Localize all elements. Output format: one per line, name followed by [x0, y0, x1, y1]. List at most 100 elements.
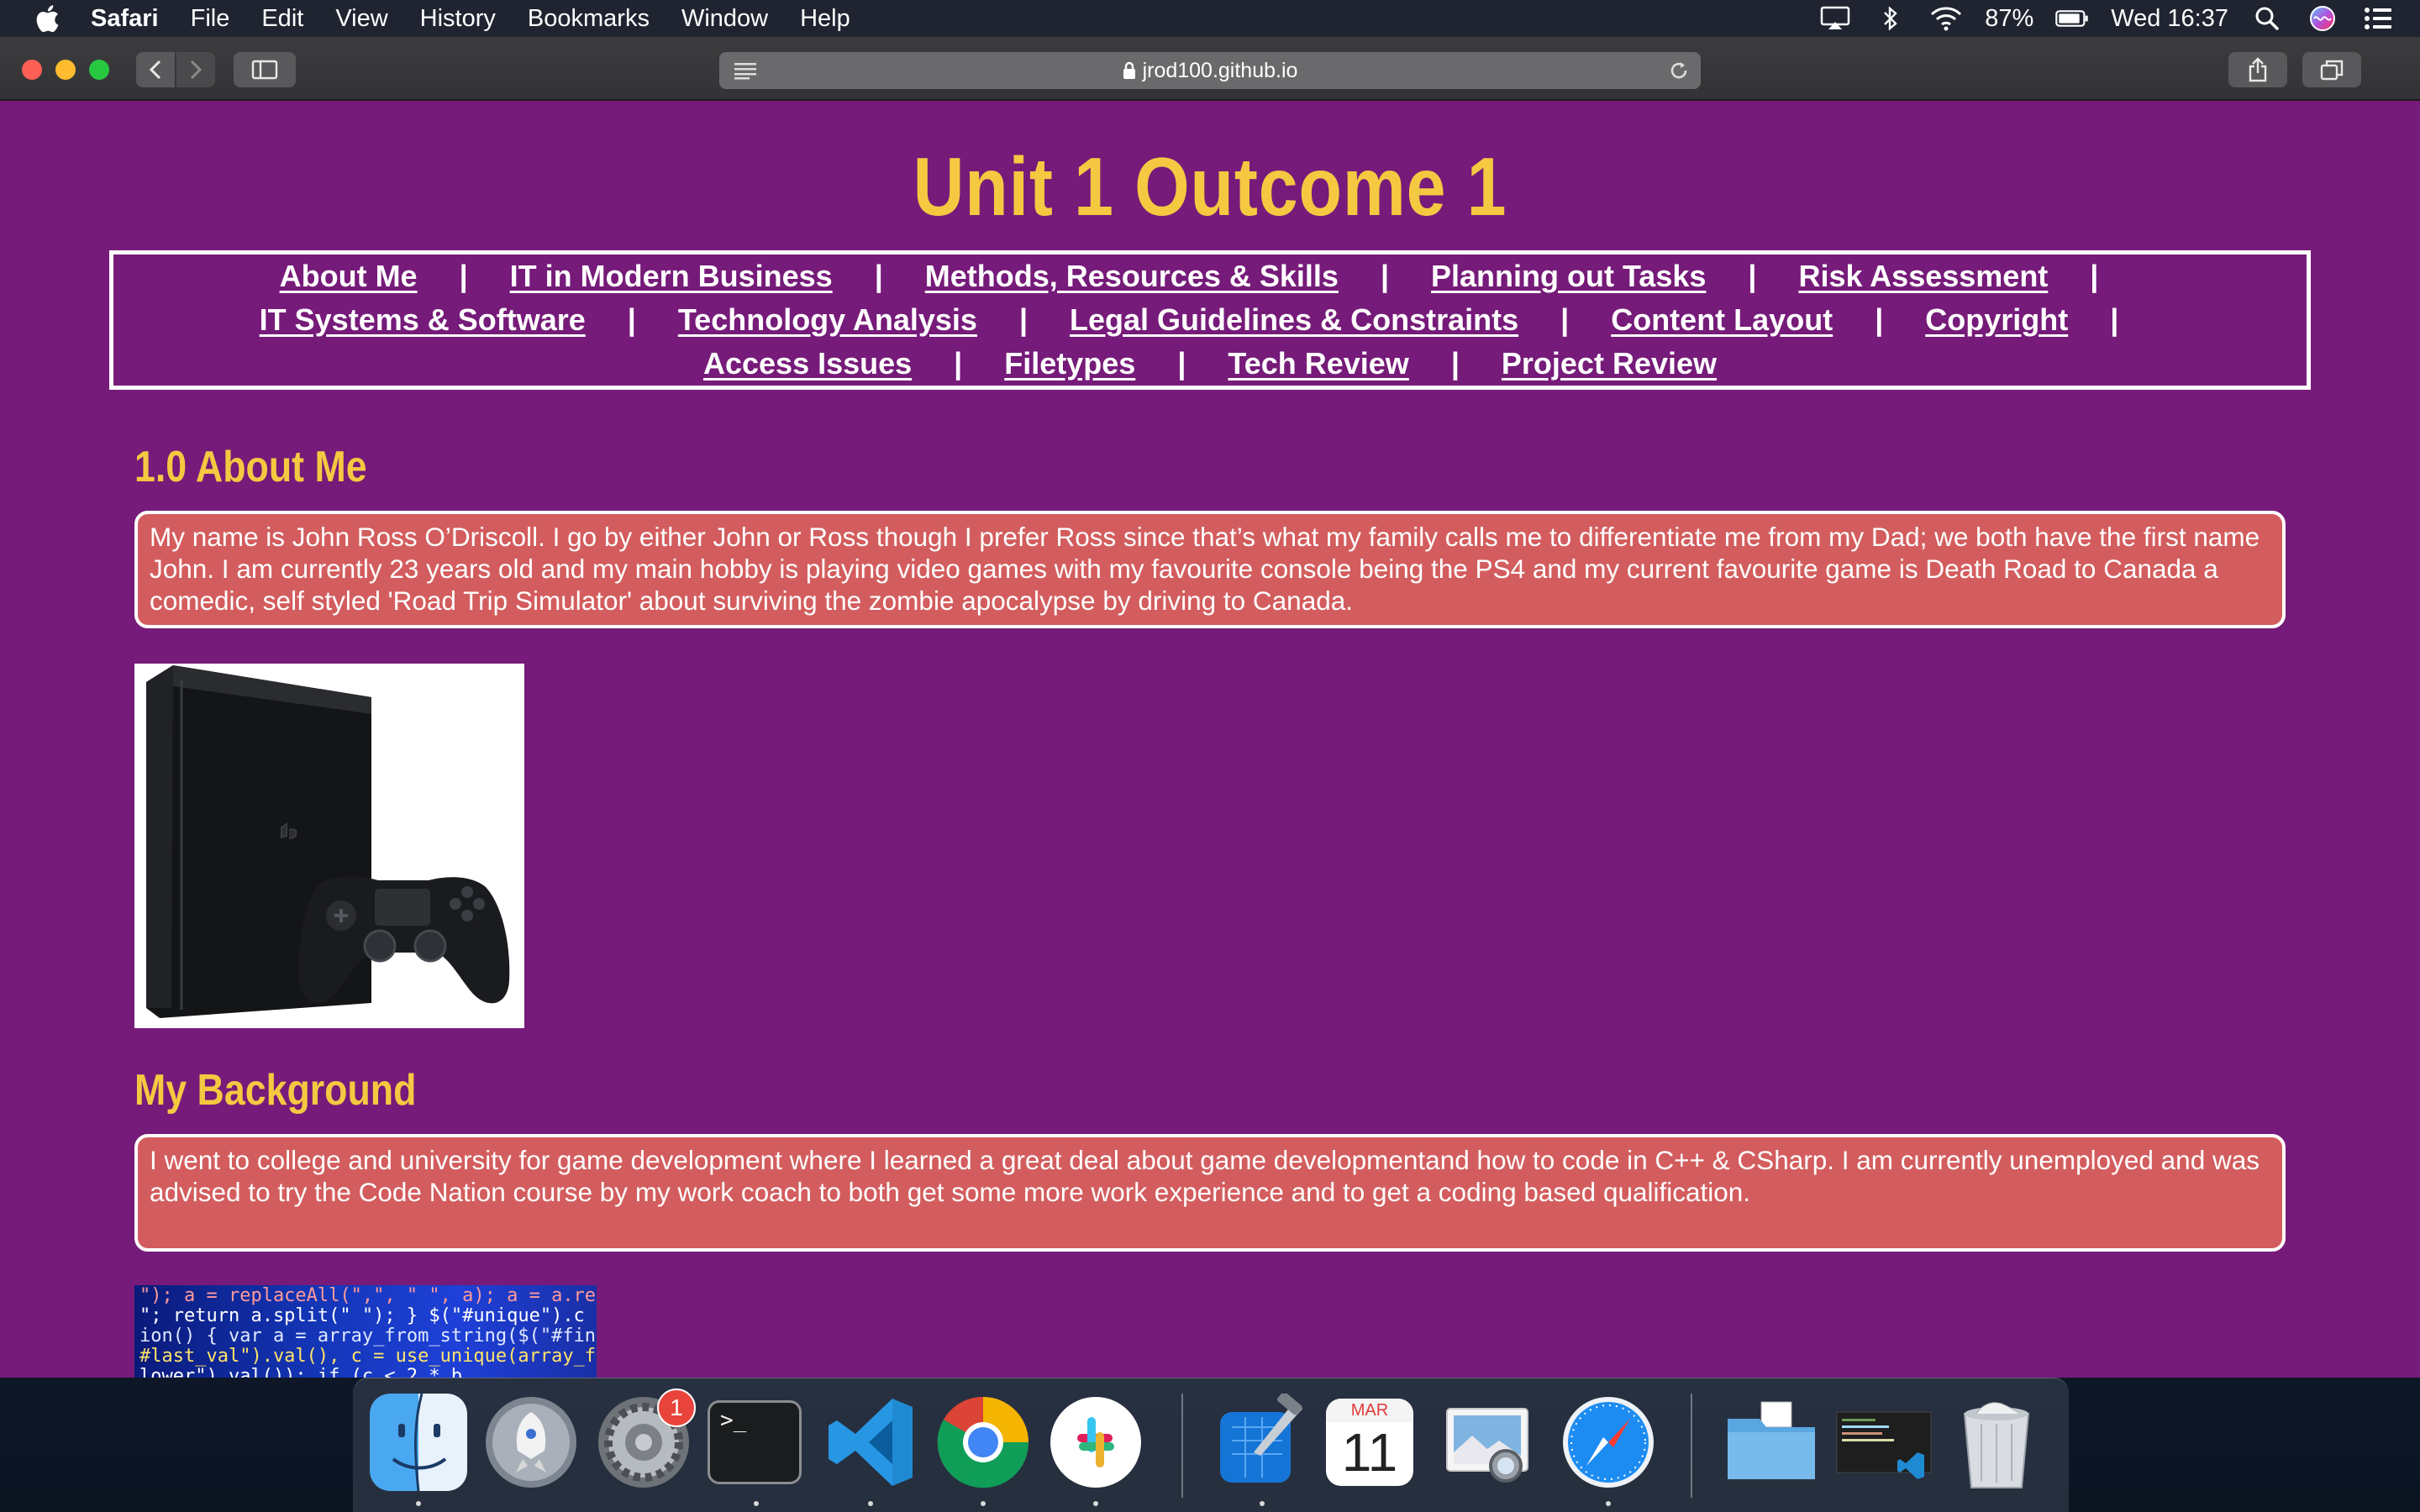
nav-separator: |	[954, 346, 963, 381]
terminal-prompt: >_	[720, 1408, 747, 1433]
notification-badge: 1	[657, 1389, 696, 1427]
close-window-button[interactable]	[22, 60, 42, 80]
apple-menu-icon[interactable]	[32, 3, 62, 34]
menu-window[interactable]: Window	[681, 5, 768, 33]
nav-item: IT in Modern Business |	[510, 257, 925, 296]
code-image-line: lower").val()); if (c < 2 * b	[139, 1366, 463, 1378]
url-display[interactable]: jrod100.github.io	[719, 52, 1701, 89]
nav-item: Filetypes |	[1004, 344, 1228, 383]
calendar-month: MAR	[1326, 1399, 1413, 1422]
battery-percent: 87%	[1985, 4, 2034, 32]
nav-link[interactable]: Copyright	[1925, 302, 2068, 338]
menu-app-safari[interactable]: Safari	[91, 5, 159, 33]
slack-icon[interactable]	[1047, 1394, 1144, 1491]
nav-link[interactable]: Risk Assessment	[1798, 259, 2048, 294]
running-indicator	[1260, 1501, 1265, 1506]
nav-item: Copyright |	[1925, 301, 2160, 339]
calendar-icon[interactable]: MAR 11	[1326, 1399, 1413, 1486]
my-background-text: I went to college and university for gam…	[134, 1134, 2286, 1252]
share-icon	[2249, 57, 2267, 82]
nav-link[interactable]: Content Layout	[1611, 302, 1833, 338]
airplay-icon[interactable]	[1818, 4, 1852, 33]
menu-bookmarks[interactable]: Bookmarks	[528, 5, 650, 33]
menu-view[interactable]: View	[335, 5, 387, 33]
nav-link[interactable]: Technology Analysis	[678, 302, 977, 338]
fullscreen-window-button[interactable]	[89, 60, 109, 80]
nav-link[interactable]: Project Review	[1502, 346, 1717, 381]
menu-history[interactable]: History	[420, 5, 496, 33]
notification-center-icon[interactable]	[2361, 4, 2395, 33]
nav-item: Technology Analysis |	[678, 301, 1070, 339]
trash-icon[interactable]	[1948, 1394, 2045, 1491]
menu-edit[interactable]: Edit	[261, 5, 303, 33]
forward-button[interactable]	[176, 52, 215, 87]
nav-separator: |	[1177, 346, 1186, 381]
siri-icon[interactable]	[2306, 4, 2339, 33]
nav-link[interactable]: Planning out Tasks	[1431, 259, 1706, 294]
terminal-icon[interactable]: >_	[708, 1400, 802, 1484]
dock-separator	[1181, 1394, 1183, 1498]
downloads-folder-icon[interactable]	[1723, 1394, 1820, 1491]
preview-icon[interactable]	[1439, 1394, 1536, 1491]
tabs-icon	[2320, 60, 2344, 81]
battery-icon[interactable]	[2055, 4, 2089, 33]
site-navigation: About Me | IT in Modern Business | Methods, …	[109, 250, 2311, 390]
nav-item: Legal Guidelines & Constraints |	[1070, 301, 1611, 339]
nav-separator: |	[1560, 302, 1570, 337]
tab-overview-button[interactable]	[2302, 52, 2361, 87]
menu-bar: Safari File Edit View History Bookmarks …	[0, 0, 2420, 37]
nav-link[interactable]: Tech Review	[1228, 346, 1408, 381]
web-page: Unit 1 Outcome 1 About Me | IT in Modern B…	[0, 102, 2420, 1378]
address-bar[interactable]: jrod100.github.io	[719, 52, 1701, 89]
nav-link[interactable]: Access Issues	[703, 346, 912, 381]
code-image-line: #last_val").val(), c = use_unique(array_…	[139, 1346, 597, 1367]
minimize-window-button[interactable]	[55, 60, 76, 80]
chrome-icon[interactable]	[934, 1394, 1032, 1491]
nav-link[interactable]: IT Systems & Software	[260, 302, 586, 338]
nav-separator: |	[1875, 302, 1884, 337]
bluetooth-icon[interactable]	[1874, 4, 1907, 33]
nav-link[interactable]: Methods, Resources & Skills	[925, 259, 1339, 294]
nav-item: Project Review|	[1502, 344, 1717, 383]
calendar-day: 11	[1341, 1422, 1398, 1483]
nav-item: Planning out Tasks |	[1431, 257, 1798, 296]
menu-file[interactable]: File	[191, 5, 230, 33]
xcode-icon[interactable]	[1213, 1391, 1311, 1491]
nav-link[interactable]: Filetypes	[1004, 346, 1135, 381]
dock: 1 >_ MAR 11	[353, 1378, 2069, 1512]
nav-link[interactable]: IT in Modern Business	[510, 259, 833, 294]
nav-link[interactable]: About Me	[280, 259, 418, 294]
nav-separator: |	[2110, 302, 2119, 337]
running-indicator	[981, 1501, 986, 1506]
safari-icon[interactable]	[1560, 1394, 1657, 1491]
reload-icon[interactable]	[1665, 57, 1692, 84]
menubar-clock[interactable]: Wed 16:37	[2111, 5, 2228, 33]
nav-item: Methods, Resources & Skills |	[925, 257, 1431, 296]
about-me-heading: 1.0 About Me	[134, 443, 367, 491]
spotlight-search-icon[interactable]	[2250, 4, 2284, 33]
nav-separator: |	[2090, 259, 2099, 293]
launchpad-icon[interactable]	[482, 1394, 580, 1491]
page-title: Unit 1 Outcome 1	[913, 140, 1507, 233]
nav-item: Tech Review |	[1228, 344, 1502, 383]
share-button[interactable]	[2228, 52, 2287, 87]
chevron-left-icon	[149, 60, 161, 80]
wifi-icon[interactable]	[1929, 4, 1963, 33]
running-indicator	[754, 1501, 759, 1506]
vscode-window-thumbnail[interactable]	[1835, 1394, 1933, 1491]
nav-link[interactable]: Legal Guidelines & Constraints	[1070, 302, 1518, 338]
vscode-icon[interactable]	[822, 1394, 919, 1491]
nav-separator: |	[627, 302, 636, 337]
menu-help[interactable]: Help	[800, 5, 850, 33]
running-indicator	[1606, 1501, 1611, 1506]
menubar-status-area: 87% Wed 16:37	[1818, 0, 2395, 37]
ps4-console-image	[134, 664, 524, 1028]
back-button[interactable]	[136, 52, 175, 87]
nav-separator: |	[1450, 346, 1460, 381]
sidebar-toggle-button[interactable]	[234, 52, 296, 87]
nav-separator: |	[1748, 259, 1757, 293]
code-image-line: "); a = replaceAll(",", " ", a); a = a.r…	[139, 1285, 597, 1306]
code-image-line: "; return a.split(" "); } $("#unique").c	[139, 1305, 585, 1326]
finder-icon[interactable]	[370, 1394, 467, 1491]
nav-item: Content Layout |	[1611, 301, 1925, 339]
